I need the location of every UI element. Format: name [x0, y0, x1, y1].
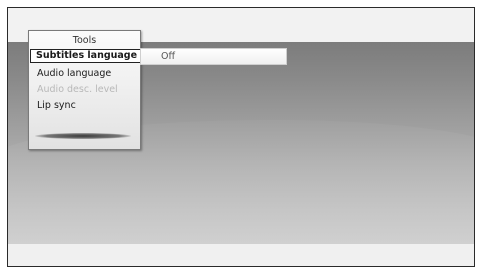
subtitles-language-value: Off: [161, 51, 176, 62]
menu-item-subtitles-language[interactable]: Subtitles language: [30, 49, 142, 63]
menu-item-lip-sync[interactable]: Lip sync: [32, 99, 140, 112]
subtitles-language-value-field[interactable]: Off: [140, 48, 287, 65]
background-bottom-band: [8, 244, 474, 266]
tv-screen: Tools Subtitles language Audio language …: [7, 7, 475, 267]
menu-shadow-divider: [35, 133, 131, 139]
menu-item-audio-desc-level: Audio desc. level: [37, 84, 118, 95]
menu-item-audio-language[interactable]: Audio language: [32, 67, 140, 80]
tools-menu: Tools Subtitles language Audio language …: [28, 30, 142, 150]
menu-title: Tools: [72, 35, 97, 46]
